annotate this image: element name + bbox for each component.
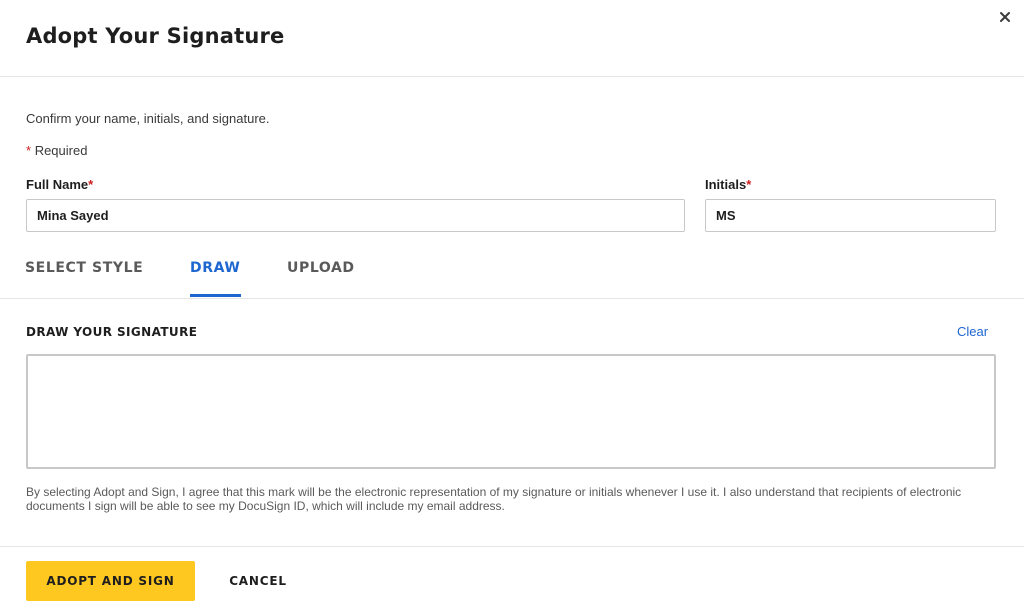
- required-note-text: Required: [34, 143, 88, 158]
- close-button[interactable]: [996, 8, 1014, 26]
- draw-section-label: DRAW YOUR SIGNATURE: [26, 325, 198, 339]
- clear-link[interactable]: Clear: [957, 324, 988, 339]
- tab-select-style[interactable]: SELECT STYLE: [25, 260, 143, 276]
- signature-tabs: SELECT STYLE DRAW UPLOAD: [0, 252, 1024, 299]
- dialog-header: Adopt Your Signature: [0, 0, 1024, 77]
- required-asterisk: *: [26, 143, 32, 158]
- initials-input[interactable]: [705, 199, 996, 232]
- cancel-button[interactable]: CANCEL: [218, 561, 298, 601]
- full-name-input[interactable]: [26, 199, 685, 232]
- required-asterisk: *: [746, 177, 752, 192]
- required-asterisk: *: [88, 177, 94, 192]
- close-icon: [1000, 12, 1010, 22]
- dialog-title: Adopt Your Signature: [26, 24, 285, 48]
- adopt-and-sign-button[interactable]: ADOPT AND SIGN: [26, 561, 195, 601]
- active-tab-indicator: [190, 294, 241, 297]
- required-note: * Required: [26, 143, 87, 158]
- full-name-label-text: Full Name: [26, 177, 89, 192]
- tab-draw[interactable]: DRAW: [190, 260, 240, 276]
- signature-draw-canvas[interactable]: [26, 354, 996, 469]
- dialog-footer: ADOPT AND SIGN CANCEL: [0, 546, 1024, 614]
- legal-disclaimer: By selecting Adopt and Sign, I agree tha…: [26, 485, 962, 513]
- initials-label-text: Initials: [705, 177, 747, 192]
- dialog-subtitle: Confirm your name, initials, and signatu…: [26, 111, 270, 126]
- full-name-label: Full Name*: [26, 177, 93, 192]
- initials-label: Initials*: [705, 177, 751, 192]
- tab-upload[interactable]: UPLOAD: [287, 260, 355, 276]
